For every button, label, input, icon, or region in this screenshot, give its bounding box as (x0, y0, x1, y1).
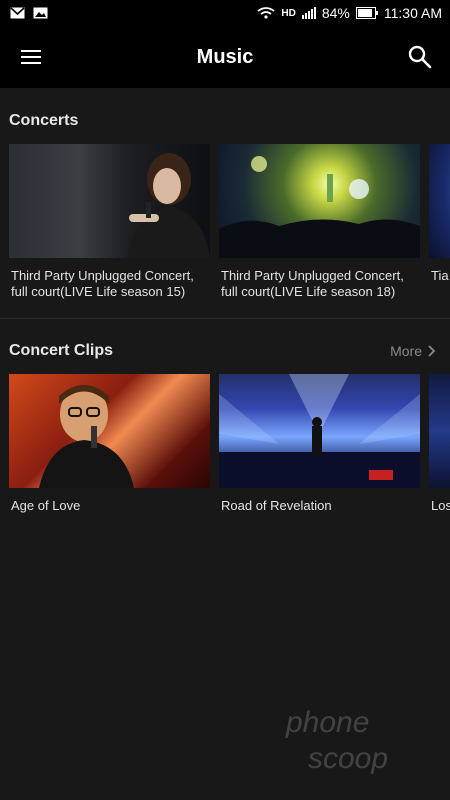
search-icon[interactable] (406, 43, 434, 71)
card-title: Third Party Unplugged Concert, full cour… (221, 268, 404, 299)
clip-card[interactable]: Road of Revelation (219, 374, 420, 514)
more-link[interactable]: More (390, 343, 436, 359)
system-icons: HD 84% 11:30 AM (257, 5, 442, 21)
battery-percent: 84% (321, 5, 350, 21)
phonescoop-watermark: phone scoop (285, 706, 388, 775)
card-title: Age of Love (11, 498, 81, 513)
singer-image (39, 385, 134, 488)
clips-row: Age of Love Road of Revelation Los (9, 374, 450, 534)
page-title: Music (196, 45, 254, 68)
stage-image (219, 374, 420, 488)
concerts-row: Third Party Unplugged Concert, full cour… (9, 144, 450, 304)
watermark-line1: phone (285, 706, 369, 739)
battery-icon (355, 7, 378, 19)
chevron-right-icon (428, 345, 436, 357)
clip-card[interactable]: Age of Love (9, 374, 210, 514)
gmail-icon (10, 7, 25, 19)
card-title: Road of Revelation (221, 498, 332, 513)
performer-image (127, 153, 210, 258)
clip-card[interactable]: Los (429, 374, 450, 514)
watermark-line2: scoop (308, 742, 388, 775)
notification-icons (10, 7, 48, 19)
concert-thumbnail (9, 144, 210, 258)
stage-image (219, 156, 420, 258)
concert-card[interactable]: Third Party Unplugged Concert, full cour… (219, 144, 420, 300)
card-title: Third Party Unplugged Concert, full cour… (11, 268, 194, 299)
status-bar: HD 84% 11:30 AM (0, 0, 450, 26)
app-bar: Music (0, 26, 450, 88)
concert-thumbnail (219, 144, 420, 258)
clip-thumbnail (219, 374, 420, 488)
clock: 11:30 AM (383, 5, 442, 21)
section-title-concerts: Concerts (9, 112, 79, 129)
card-title: Tia full (431, 268, 450, 283)
image-icon (33, 7, 48, 19)
concert-card[interactable]: Tia full (429, 144, 450, 284)
hamburger-icon-line (21, 62, 41, 64)
hamburger-icon (21, 50, 41, 52)
network-type: HD (281, 7, 296, 19)
signal-icon (301, 7, 316, 19)
more-label: More (390, 343, 422, 359)
clip-thumbnail (9, 374, 210, 488)
menu-button[interactable] (16, 43, 46, 71)
section-title-clips: Concert Clips (9, 342, 114, 359)
card-title: Los (431, 498, 450, 513)
wifi-icon (257, 7, 275, 19)
concert-thumbnail (429, 144, 450, 258)
clip-thumbnail (429, 374, 450, 488)
concert-card[interactable]: Third Party Unplugged Concert, full cour… (9, 144, 210, 300)
hamburger-icon-line (21, 56, 41, 58)
section-divider (0, 318, 450, 319)
